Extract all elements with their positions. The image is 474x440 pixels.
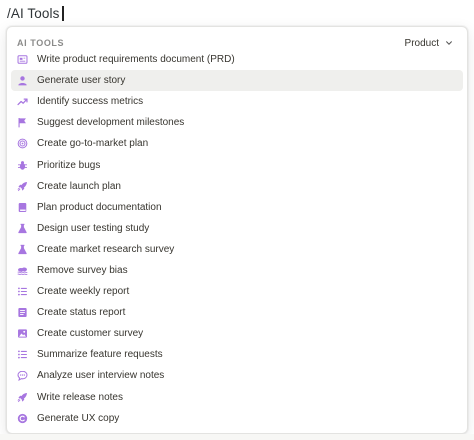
menu-item-remove-survey-bias[interactable]: Remove survey bias [11, 260, 463, 281]
bug-icon [17, 160, 28, 171]
menu-item-label: Create customer survey [37, 328, 144, 340]
menu-item-summarize-feature-requests[interactable]: Summarize feature requests [11, 344, 463, 365]
document-lines-icon [17, 307, 28, 318]
command-text: /AI Tools [7, 5, 60, 21]
menu-item-label: Generate user story [37, 75, 126, 87]
list-icon [17, 349, 28, 360]
menu-item-label: Suggest development milestones [37, 117, 185, 129]
user-icon [17, 75, 28, 86]
menu-item-prioritize-bugs[interactable]: Prioritize bugs [11, 154, 463, 175]
ai-tools-menu: AI TOOLS Product Write product requireme… [6, 26, 468, 434]
menu-item-identify-success-metrics[interactable]: Identify success metrics [11, 91, 463, 112]
menu-items: Write product requirements document (PRD… [7, 49, 467, 429]
book-icon [17, 202, 28, 213]
menu-item-label: Create launch plan [37, 180, 121, 192]
menu-item-label: Create status report [37, 307, 126, 319]
menu-item-label: Plan product documentation [37, 201, 162, 213]
chevron-down-icon [446, 41, 452, 45]
menu-item-write-release-notes[interactable]: Write release notes [11, 387, 463, 408]
rocket-icon [17, 392, 28, 403]
menu-item-label: Prioritize bugs [37, 159, 101, 171]
category-filter-value: Product [404, 37, 439, 49]
text-caret [62, 5, 64, 21]
menu-item-label: Write release notes [37, 391, 123, 403]
menu-item-label: Create weekly report [37, 286, 130, 298]
menu-item-label: Summarize feature requests [37, 349, 163, 361]
document-icon [17, 54, 28, 65]
menu-item-create-launch-plan[interactable]: Create launch plan [11, 176, 463, 197]
list-icon [17, 286, 28, 297]
menu-item-label: Analyze user interview notes [37, 370, 165, 382]
menu-item-plan-product-documentation[interactable]: Plan product documentation [11, 197, 463, 218]
menu-item-design-user-testing-study[interactable]: Design user testing study [11, 218, 463, 239]
section-label: AI TOOLS [17, 38, 65, 48]
menu-item-create-weekly-report[interactable]: Create weekly report [11, 281, 463, 302]
category-filter-dropdown[interactable]: Product [405, 38, 453, 49]
menu-item-label: Design user testing study [37, 222, 150, 234]
menu-item-label: Write product requirements document (PRD… [37, 54, 235, 66]
image-icon [17, 328, 28, 339]
menu-item-create-go-to-market-plan[interactable]: Create go-to-market plan [11, 133, 463, 154]
menu-item-create-market-research-survey[interactable]: Create market research survey [11, 239, 463, 260]
menu-item-label: Create market research survey [37, 243, 175, 255]
flask-icon [17, 223, 28, 234]
menu-item-label: Create go-to-market plan [37, 138, 149, 150]
clouds-icon [17, 265, 28, 276]
menu-item-label: Generate UX copy [37, 412, 120, 424]
background-page-strip [0, 434, 474, 440]
menu-item-create-status-report[interactable]: Create status report [11, 302, 463, 323]
menu-item-suggest-development-milestones[interactable]: Suggest development milestones [11, 112, 463, 133]
menu-item-create-customer-survey[interactable]: Create customer survey [11, 323, 463, 344]
menu-item-generate-user-story[interactable]: Generate user story [11, 70, 463, 92]
menu-item-write-product-requirements-document-prd[interactable]: Write product requirements document (PRD… [11, 49, 463, 70]
target-icon [17, 138, 28, 149]
flask-icon [17, 244, 28, 255]
command-input[interactable]: /AI Tools [0, 0, 474, 26]
menu-item-generate-ux-copy[interactable]: Generate UX copy [11, 408, 463, 429]
chat-icon [17, 370, 28, 382]
copy-circle-icon [17, 413, 28, 424]
rocket-icon [17, 181, 28, 192]
flag-icon [17, 117, 28, 128]
menu-item-analyze-user-interview-notes[interactable]: Analyze user interview notes [11, 365, 463, 386]
trend-up-icon [17, 96, 28, 107]
menu-item-label: Identify success metrics [37, 96, 144, 108]
menu-item-label: Remove survey bias [37, 264, 128, 276]
